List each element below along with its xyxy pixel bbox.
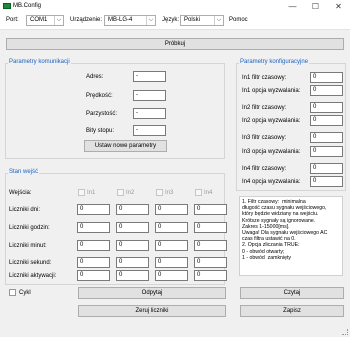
in2-filter-field[interactable]: 0 bbox=[310, 102, 343, 113]
parity-label: Parzystość: bbox=[86, 111, 118, 117]
in4-filter-label: In4 filtr czasowy: bbox=[242, 166, 287, 172]
maximize-icon[interactable]: ☐ bbox=[304, 0, 327, 13]
cycle-checkbox[interactable] bbox=[9, 289, 16, 296]
minutes-counter-3[interactable]: 0 bbox=[155, 240, 188, 251]
toolbar: Port: COM1 ⌵ Urządzenie: MB-LG-4 ⌵ Język… bbox=[0, 13, 350, 30]
minimize-icon[interactable]: — bbox=[281, 0, 304, 13]
in2-trigger-field[interactable]: 0 bbox=[310, 115, 343, 126]
days-counter-4[interactable]: 0 bbox=[194, 204, 227, 215]
hours-counter-3[interactable]: 0 bbox=[155, 222, 188, 233]
activations-counter-2[interactable]: 0 bbox=[116, 270, 149, 281]
input-name-1: In1 bbox=[87, 190, 96, 196]
in1-trigger-field[interactable]: 0 bbox=[310, 85, 343, 96]
app-logo-icon bbox=[3, 3, 11, 9]
read-config-button[interactable]: Czytaj bbox=[240, 287, 344, 299]
address-label: Adres: bbox=[86, 74, 104, 80]
hours-counter-4[interactable]: 0 bbox=[194, 222, 227, 233]
chevron-down-icon: ⌵ bbox=[54, 16, 63, 25]
stop-bits-label: Bity stopu: bbox=[86, 128, 115, 134]
input-indicator-3 bbox=[156, 189, 163, 196]
input-name-3: In3 bbox=[165, 190, 174, 196]
read-inputs-button[interactable]: Odpytaj bbox=[78, 287, 226, 299]
port-label: Port: bbox=[6, 17, 19, 23]
chevron-down-icon: ⌵ bbox=[214, 16, 223, 25]
seconds-counter-4[interactable]: 0 bbox=[194, 257, 227, 268]
language-value: Polski bbox=[184, 17, 201, 23]
write-config-button[interactable]: Zapisz bbox=[240, 305, 344, 317]
in3-filter-label: In3 filtr czasowy: bbox=[242, 135, 287, 141]
activations-counter-label: Liczniki aktywacji: bbox=[9, 273, 57, 279]
days-counter-1[interactable]: 0 bbox=[77, 204, 110, 215]
probe-button[interactable]: Próbkuj bbox=[6, 38, 344, 50]
reset-counters-button[interactable]: Zeruj liczniki bbox=[78, 305, 226, 317]
config-params-title: Parametry konfiguracyjne bbox=[239, 59, 310, 65]
inputs-state-title: Stan wejść bbox=[8, 169, 40, 175]
device-select[interactable]: MB-LG-4 ⌵ bbox=[104, 15, 156, 26]
in3-trigger-label: In3 opcja wyzwalania: bbox=[242, 149, 301, 155]
days-counter-label: Liczniki dni: bbox=[9, 207, 41, 213]
config-help-text: 1. Filtr czasowy: minimalna długość czas… bbox=[239, 196, 343, 276]
input-name-2: In2 bbox=[126, 190, 135, 196]
title-bar: MB.Config — ☐ ✕ bbox=[0, 0, 350, 13]
in4-trigger-label: In4 opcja wyzwalania: bbox=[242, 179, 301, 185]
port-select[interactable]: COM1 ⌵ bbox=[26, 15, 64, 26]
port-value: COM1 bbox=[30, 17, 48, 23]
seconds-counter-3[interactable]: 0 bbox=[155, 257, 188, 268]
minutes-counter-label: Liczniki minut: bbox=[9, 243, 47, 249]
minutes-counter-1[interactable]: 0 bbox=[77, 240, 110, 251]
days-counter-3[interactable]: 0 bbox=[155, 204, 188, 215]
in4-trigger-field[interactable]: 0 bbox=[310, 176, 343, 187]
speed-field[interactable]: - bbox=[133, 90, 166, 101]
in3-trigger-field[interactable]: 0 bbox=[310, 146, 343, 157]
hours-counter-2[interactable]: 0 bbox=[116, 222, 149, 233]
minutes-counter-4[interactable]: 0 bbox=[194, 240, 227, 251]
inputs-row-label: Wejścia: bbox=[9, 190, 32, 196]
in2-trigger-label: In2 opcja wyzwalania: bbox=[242, 118, 301, 124]
parity-field[interactable]: - bbox=[133, 108, 166, 119]
language-select[interactable]: Polski ⌵ bbox=[180, 15, 224, 26]
in1-filter-field[interactable]: 0 bbox=[310, 72, 343, 83]
activations-counter-1[interactable]: 0 bbox=[77, 270, 110, 281]
window-title: MB.Config bbox=[13, 3, 42, 9]
cycle-label: Cykl bbox=[19, 290, 31, 296]
in2-filter-label: In2 filtr czasowy: bbox=[242, 105, 287, 111]
chevron-down-icon: ⌵ bbox=[146, 16, 155, 25]
minutes-counter-2[interactable]: 0 bbox=[116, 240, 149, 251]
in3-filter-field[interactable]: 0 bbox=[310, 132, 343, 143]
in1-trigger-label: In1 opcja wyzwalania: bbox=[242, 88, 301, 94]
input-indicator-2 bbox=[117, 189, 124, 196]
in4-filter-field[interactable]: 0 bbox=[310, 163, 343, 174]
in1-filter-label: In1 filtr czasowy: bbox=[242, 75, 287, 81]
seconds-counter-1[interactable]: 0 bbox=[77, 257, 110, 268]
days-counter-2[interactable]: 0 bbox=[116, 204, 149, 215]
device-value: MB-LG-4 bbox=[108, 17, 133, 23]
hours-counter-1[interactable]: 0 bbox=[77, 222, 110, 233]
resize-grip-icon[interactable] bbox=[342, 329, 348, 335]
comm-params-title: Parametry komunikacji bbox=[8, 59, 71, 65]
set-params-button[interactable]: Ustaw nowe parametry bbox=[84, 140, 167, 152]
device-label: Urządzenie: bbox=[70, 17, 103, 23]
language-label: Język: bbox=[162, 17, 180, 23]
seconds-counter-label: Liczniki sekund: bbox=[9, 260, 52, 266]
speed-label: Prędkość: bbox=[86, 93, 113, 99]
hours-counter-label: Liczniki godzin: bbox=[9, 225, 50, 231]
address-field[interactable]: - bbox=[133, 71, 166, 82]
seconds-counter-2[interactable]: 0 bbox=[116, 257, 149, 268]
activations-counter-3[interactable]: 0 bbox=[155, 270, 188, 281]
help-menu[interactable]: Pomoc bbox=[229, 17, 248, 23]
stop-bits-field[interactable]: - bbox=[133, 125, 166, 136]
input-indicator-1 bbox=[78, 189, 85, 196]
input-name-4: In4 bbox=[204, 190, 213, 196]
close-icon[interactable]: ✕ bbox=[327, 0, 350, 13]
activations-counter-4[interactable]: 0 bbox=[194, 270, 227, 281]
input-indicator-4 bbox=[195, 189, 202, 196]
